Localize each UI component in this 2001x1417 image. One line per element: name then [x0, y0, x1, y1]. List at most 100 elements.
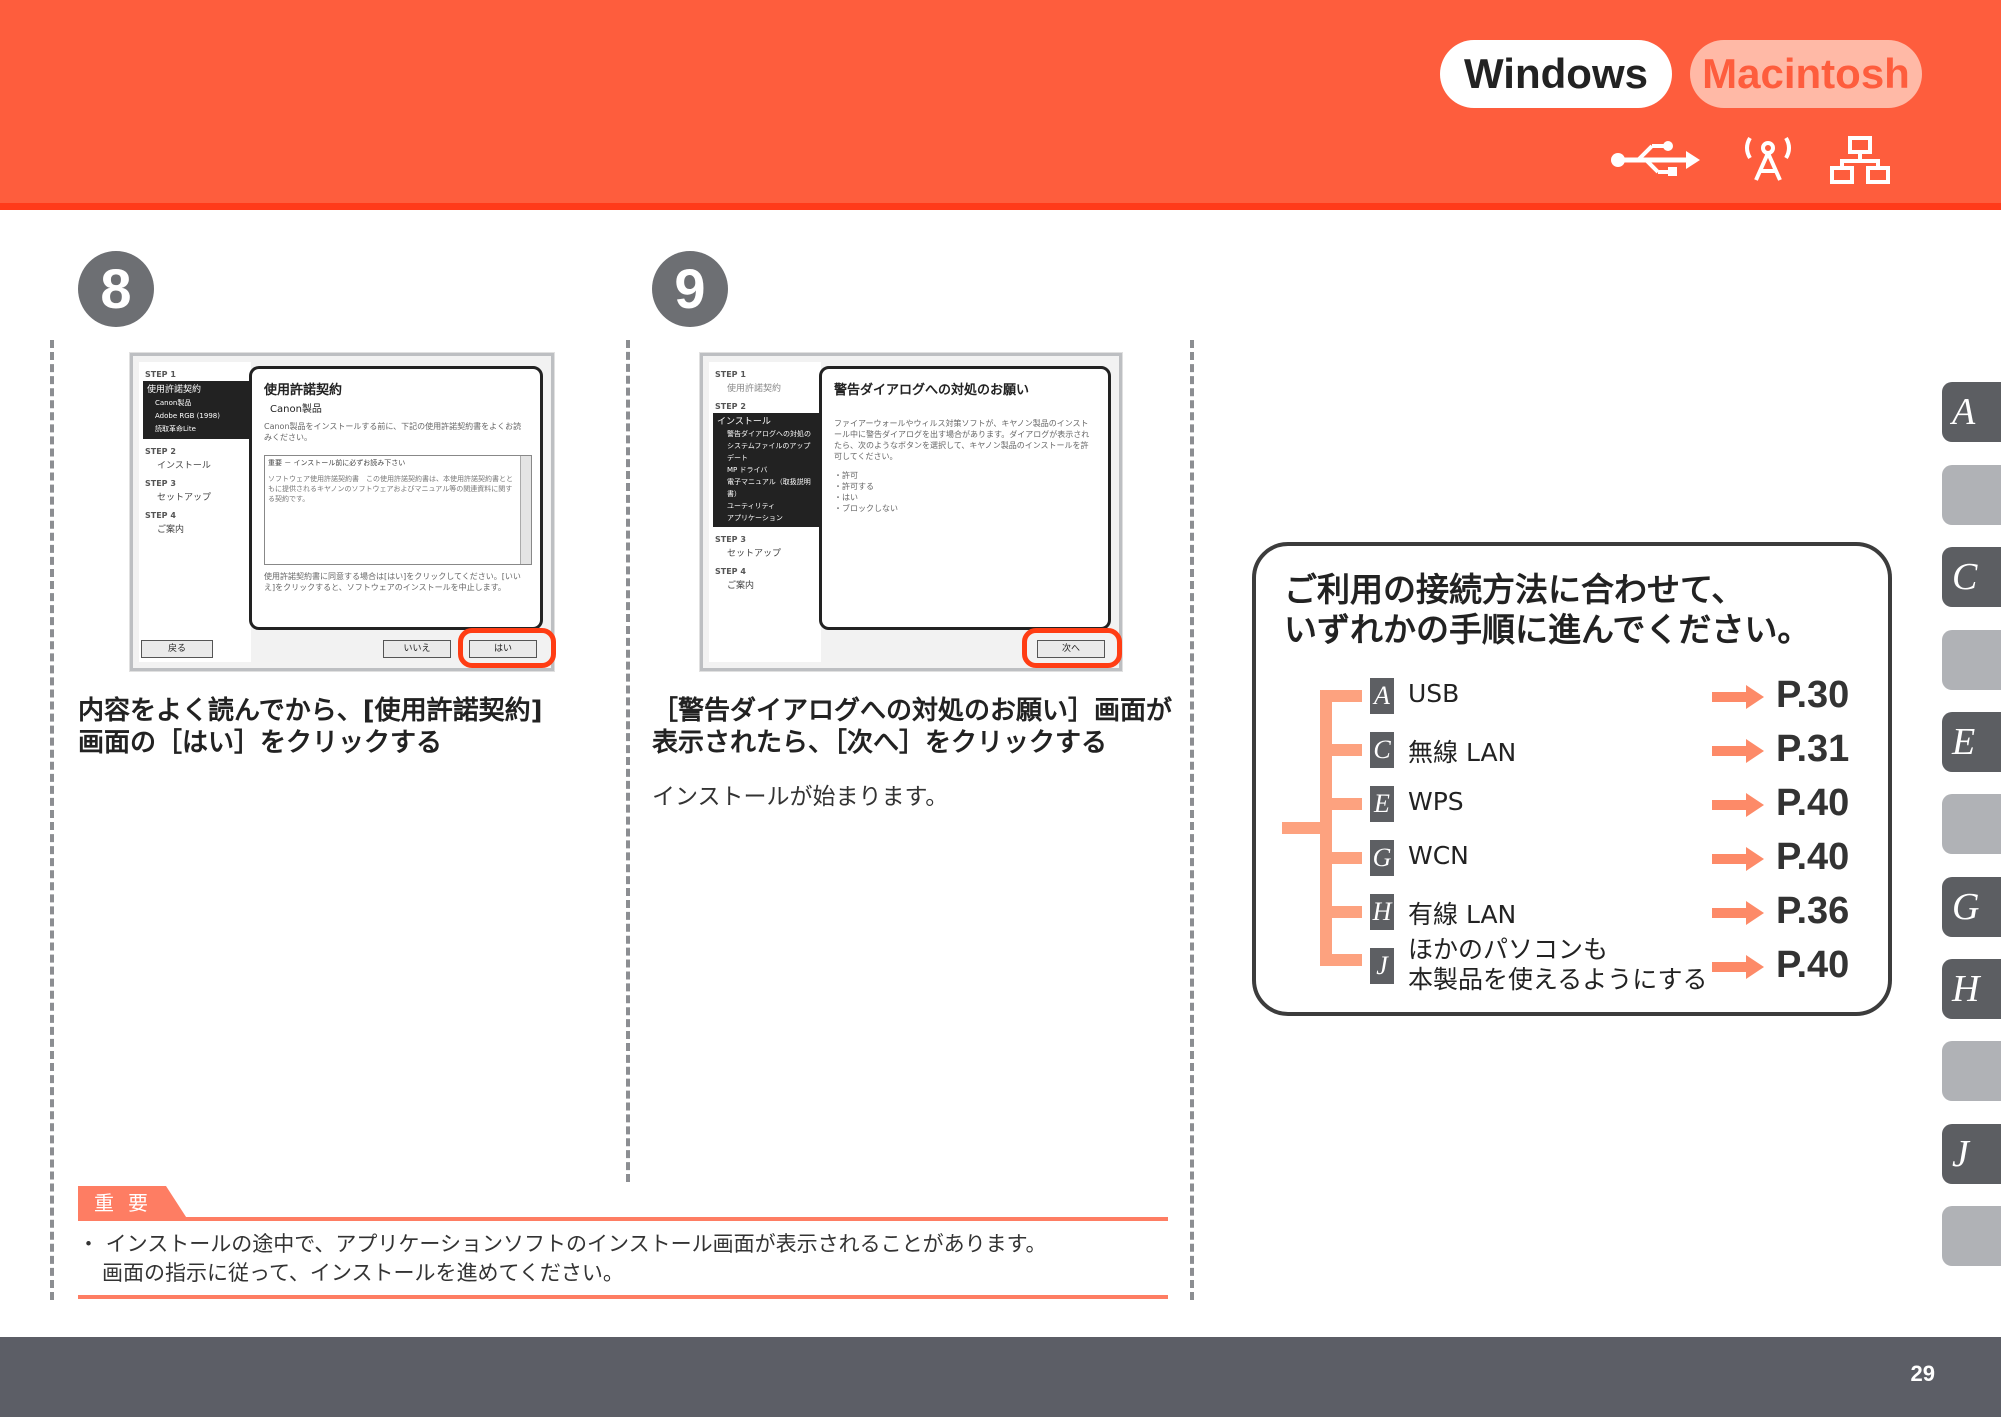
sidebar-step2: STEP 2	[145, 447, 176, 456]
connection-box-title-line2: いずれかの手順に進んでください。	[1284, 610, 1811, 649]
windows-tab[interactable]: Windows	[1440, 40, 1672, 108]
sidebar-item-manual: 電子マニュアル（取扱説明書）	[727, 478, 811, 498]
section-letter-h: H	[1370, 894, 1394, 930]
important-line1: ・ インストールの途中で、アプリケーションソフトのインストール画面が表示されるこ…	[78, 1232, 1047, 1256]
step-9-note: インストールが始まります。	[652, 784, 949, 810]
section-letter-e: E	[1370, 786, 1394, 822]
sidebar-item-install: インストール	[157, 461, 211, 471]
arrow-right-icon	[1712, 793, 1764, 817]
connection-row-wcn[interactable]: G WCN P.40	[1256, 835, 1888, 879]
sidebar-step1: STEP 1	[145, 370, 176, 379]
sidebar-item-setup: セットアップ	[157, 493, 212, 503]
side-tab-h[interactable]: H	[1942, 959, 2001, 1019]
footer-bar: 29	[0, 1337, 2001, 1417]
connection-row-usb[interactable]: A USB P.30	[1256, 673, 1888, 717]
important-rule-bottom	[78, 1295, 1168, 1299]
side-tab-label: J	[1952, 1133, 1969, 1175]
page-number: 29	[1910, 1361, 1935, 1386]
side-tab-c[interactable]: C	[1942, 547, 2001, 607]
sidebar-step3: STEP 3	[715, 535, 746, 544]
macintosh-tab[interactable]: Macintosh	[1690, 40, 1922, 108]
side-tab-b[interactable]	[1942, 465, 2001, 525]
connection-label: USB	[1408, 679, 1460, 708]
usb-icon	[1611, 141, 1700, 176]
side-tab-a[interactable]: A	[1942, 382, 2001, 442]
yes-button-highlight	[458, 628, 556, 668]
step-9-number: 9	[652, 251, 728, 327]
sidebar-item-canon: Canon製品	[155, 399, 192, 407]
divider-middle	[626, 340, 630, 1182]
important-tag: 重要	[78, 1186, 188, 1220]
wireless-icon	[1745, 136, 1791, 181]
option-allow: ・許可	[834, 471, 858, 480]
sidebar-item-setup: セットアップ	[727, 549, 782, 559]
sidebar-item-guide: ご案内	[157, 525, 185, 535]
connection-row-wireless-lan[interactable]: C 無線 LAN P.31	[1256, 727, 1888, 771]
important-text: ・ インストールの途中で、アプリケーションソフトのインストール画面が表示されるこ…	[78, 1230, 1046, 1288]
divider-left	[50, 340, 54, 1300]
side-tab-d[interactable]	[1942, 630, 2001, 690]
connection-row-wired-lan[interactable]: H 有線 LAN P.36	[1256, 889, 1888, 933]
license-textbox[interactable]: 重要 － インストール前に必ずお読み下さい ソフトウェア使用許諾契約書 この使用…	[264, 455, 532, 565]
license-box-text: ソフトウェア使用許諾契約書 この使用許諾契約書は、本使用許諾契約書とともに提供さ…	[268, 475, 513, 503]
dialog-sidebar: STEP 1 使用許諾契約 STEP 2 インストール 警告ダイアログへの対処の…	[709, 362, 821, 662]
back-button[interactable]: 戻る	[141, 640, 213, 658]
step-8-number: 8	[78, 251, 154, 327]
page-reference[interactable]: P.40	[1776, 943, 1849, 987]
side-tab-e[interactable]: E	[1942, 712, 2001, 772]
step-8-title: 内容をよく読んでから、[使用許諾契約] 画面の［はい］をクリックする	[78, 695, 542, 759]
license-dialog-screenshot: STEP 1 使用許諾契約 Canon製品 Adobe RGB (1998) 読…	[130, 353, 554, 671]
page-reference[interactable]: P.30	[1776, 673, 1849, 717]
dialog-subheading: Canon製品	[270, 404, 322, 415]
dialog-bottom-text: 使用許諾契約書に同意する場合は[はい]をクリックしてください。[いいえ]をクリッ…	[264, 572, 521, 592]
sidebar-item-mp-driver: MP ドライバ	[727, 466, 768, 474]
sidebar-active-block: 使用許諾契約 Canon製品 Adobe RGB (1998) 読取革命Lite	[143, 381, 251, 439]
connection-box-title: ご利用の接続方法に合わせて、 いずれかの手順に進んでください。	[1284, 570, 1810, 650]
sidebar-item-utility: ユーティリティ	[727, 502, 776, 510]
sidebar-step1: STEP 1	[715, 370, 746, 379]
side-tab-i[interactable]	[1942, 1041, 2001, 1101]
page-reference[interactable]: P.40	[1776, 781, 1849, 825]
no-button[interactable]: いいえ	[383, 640, 451, 658]
side-tab-k[interactable]	[1942, 1206, 2001, 1266]
dialog-main-panel: 警告ダイアログへの対処のお願い ファイアーウォールやウィルス対策ソフトが、キヤノ…	[819, 366, 1111, 630]
section-letter-c: C	[1370, 732, 1394, 768]
page-reference[interactable]: P.31	[1776, 727, 1849, 771]
sidebar-active-block: インストール 警告ダイアログへの対処の システムファイルのアップデート MP ド…	[713, 413, 821, 527]
side-tab-g[interactable]: G	[1942, 877, 2001, 937]
important-rule-top	[78, 1217, 1168, 1221]
license-scrollbar[interactable]	[520, 456, 531, 564]
divider-right	[1190, 340, 1194, 1300]
arrow-right-icon	[1712, 739, 1764, 763]
arrow-right-icon	[1712, 847, 1764, 871]
connection-label: WPS	[1408, 787, 1464, 816]
dialog-options-list: ・許可 ・許可する ・はい ・ブロックしない	[834, 470, 1096, 514]
page-reference[interactable]: P.40	[1776, 835, 1849, 879]
connection-row-other-pc[interactable]: J ほかのパソコンも 本製品を使えるようにする P.40	[1256, 935, 1888, 994]
page-reference[interactable]: P.36	[1776, 889, 1849, 933]
arrow-right-icon	[1712, 901, 1764, 925]
sidebar-item-install: インストール	[717, 417, 771, 427]
side-tab-j[interactable]: J	[1942, 1124, 2001, 1184]
connection-label: WCN	[1408, 841, 1469, 870]
warning-dialog-screenshot: STEP 1 使用許諾契約 STEP 2 インストール 警告ダイアログへの対処の…	[700, 353, 1122, 671]
section-letter-a: A	[1370, 678, 1394, 714]
dialog-heading: 警告ダイアログへの対処のお願い	[834, 383, 1030, 398]
step-9-title-line1: ［警告ダイアログへの対処のお願い］画面が	[652, 696, 1173, 726]
dialog-intro-text: Canon製品をインストールする前に、下記の使用許諾契約書をよくお読みください。	[264, 422, 522, 442]
arrow-right-icon	[1712, 955, 1764, 979]
section-letter-j: J	[1370, 948, 1394, 984]
sidebar-item-license: 使用許諾契約	[727, 384, 782, 394]
side-tab-label: C	[1952, 556, 1978, 598]
sidebar-item-system-update: システムファイルのアップデート	[727, 442, 811, 462]
side-tab-f[interactable]	[1942, 794, 2001, 854]
sidebar-item-license: 使用許諾契約	[147, 385, 202, 395]
sidebar-step4: STEP 4	[145, 511, 176, 520]
sidebar-step3: STEP 3	[145, 479, 176, 488]
sidebar-item-adobe: Adobe RGB (1998)	[155, 412, 220, 420]
side-tab-label: H	[1952, 968, 1980, 1010]
connection-row-wps[interactable]: E WPS P.40	[1256, 781, 1888, 825]
sidebar-item-warning: 警告ダイアログへの対処の	[727, 430, 811, 438]
connection-label-line2: 本製品を使えるようにする	[1408, 965, 1708, 994]
dialog-main-panel: 使用許諾契約 Canon製品 Canon製品をインストールする前に、下記の使用許…	[249, 366, 543, 630]
